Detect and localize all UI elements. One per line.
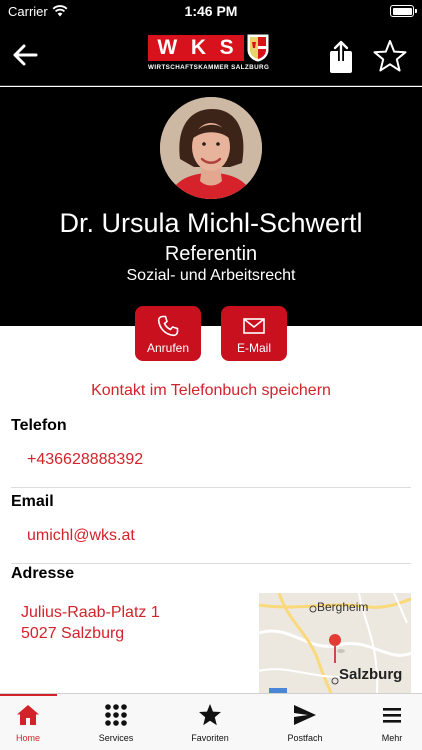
logo-letters: W K S	[148, 35, 244, 61]
phone-number-link[interactable]: +436628888392	[27, 451, 143, 469]
phone-icon	[157, 315, 179, 337]
tab-services-label: Services	[98, 733, 134, 743]
divider	[11, 487, 411, 488]
home-icon	[17, 705, 39, 725]
star-icon	[199, 704, 221, 726]
status-bar: Carrier 1:46 PM	[0, 0, 422, 24]
tab-postfach-label: Postfach	[287, 733, 323, 743]
logo-subtitle: WIRTSCHAFTSKAMMER SALZBURG	[148, 64, 270, 71]
tab-home-label: Home	[15, 733, 40, 743]
menu-icon	[383, 708, 401, 723]
battery-icon	[390, 5, 417, 17]
profile-department: Sozial- und Arbeitsrecht	[126, 267, 296, 284]
status-time: 1:46 PM	[184, 3, 238, 19]
email-section-label: Email	[11, 493, 54, 510]
send-icon	[294, 705, 316, 725]
address-section-label: Adresse	[11, 565, 75, 582]
profile-name: Dr. Ursula Michl-Schwertl	[59, 208, 363, 238]
back-arrow-icon[interactable]	[10, 40, 40, 70]
email-button-label: E-Mail	[236, 341, 271, 355]
portrait-image	[160, 97, 262, 199]
favorite-star-icon[interactable]	[372, 38, 408, 74]
map-label-bergheim: Bergheim	[317, 600, 369, 614]
wks-logo: W K S WIRTSCHAFTSKAMMER SALZBURG	[148, 34, 270, 74]
map-label-salzburg: Salzburg	[339, 666, 403, 683]
tab-favoriten-label: Favoriten	[191, 733, 229, 743]
navigation-bar: W K S WIRTSCHAFTSKAMMER SALZBURG	[0, 24, 422, 86]
address-city[interactable]: 5027 Salzburg	[21, 625, 124, 643]
tab-mehr-label: Mehr	[381, 733, 403, 743]
profile-header: Dr. Ursula Michl-Schwertl Referentin Soz…	[0, 87, 422, 326]
address-street[interactable]: Julius-Raab-Platz 1	[21, 604, 160, 622]
call-button-label: Anrufen	[146, 341, 190, 355]
crest-icon	[247, 34, 269, 62]
tab-services[interactable]: Services	[81, 694, 151, 750]
call-button[interactable]: Anrufen	[135, 306, 201, 361]
tab-home[interactable]: Home	[0, 694, 63, 750]
save-contact-link[interactable]: Kontakt im Telefonbuch speichern	[0, 382, 422, 400]
tab-postfach[interactable]: Postfach	[270, 694, 340, 750]
phone-section-label: Telefon	[11, 417, 67, 434]
email-button[interactable]: E-Mail	[221, 306, 287, 361]
tab-mehr[interactable]: Mehr	[357, 694, 422, 750]
tab-bar: Home Services Favoriten Postfach Mehr	[0, 693, 422, 750]
envelope-icon	[243, 318, 265, 334]
location-map[interactable]: Bergheim Salzburg	[259, 593, 411, 693]
avatar	[160, 97, 262, 199]
email-address-link[interactable]: umichl@wks.at	[27, 527, 135, 545]
share-icon[interactable]	[326, 39, 356, 75]
divider	[11, 563, 411, 564]
profile-role: Referentin	[164, 243, 258, 265]
grid-icon	[105, 704, 127, 726]
tab-favoriten[interactable]: Favoriten	[175, 694, 245, 750]
